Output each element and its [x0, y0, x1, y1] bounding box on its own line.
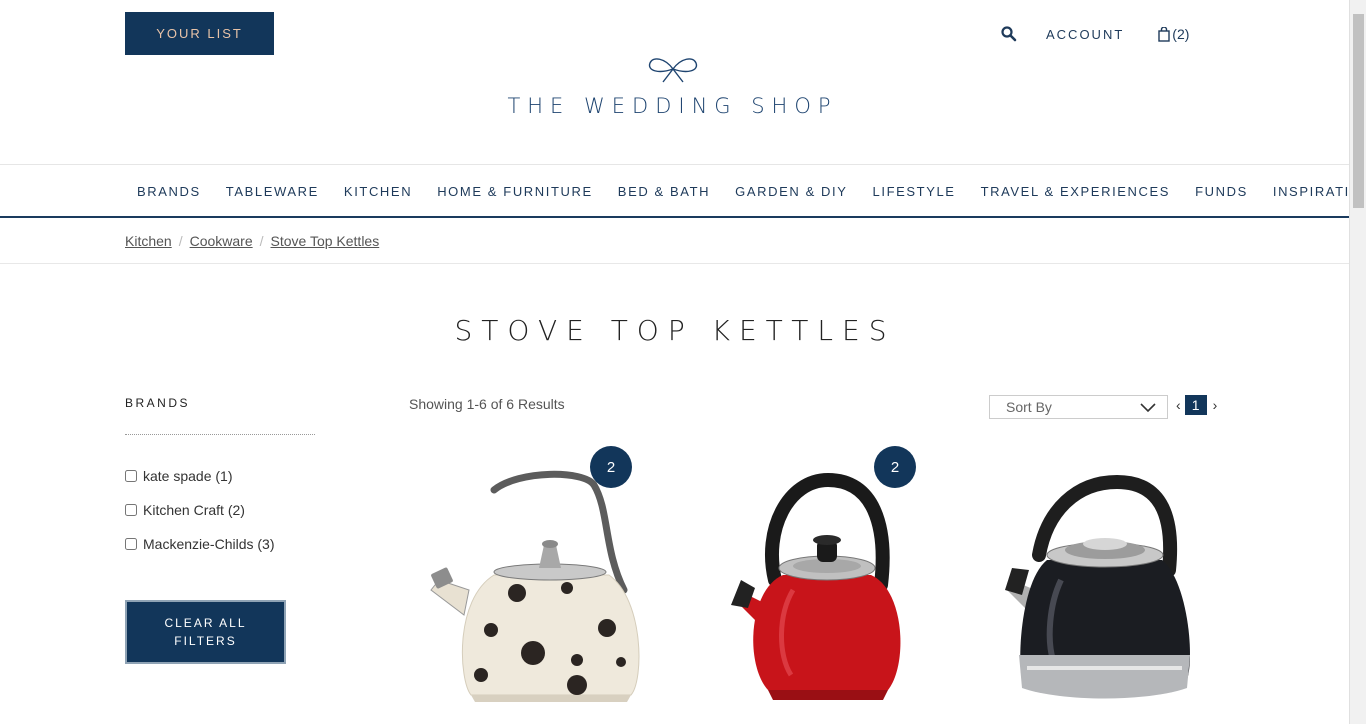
- results-count: Showing 1-6 of 6 Results: [409, 396, 565, 412]
- filter-heading-brands: BRANDS: [125, 396, 315, 435]
- nav-item-kitchen[interactable]: KITCHEN: [344, 184, 412, 199]
- page-title: STOVE TOP KETTLES: [454, 314, 896, 347]
- search-icon[interactable]: [1000, 25, 1018, 43]
- breadcrumb: Kitchen / Cookware / Stove Top Kettles: [0, 219, 1350, 264]
- product-card[interactable]: 2: [409, 440, 659, 724]
- nav-item-lifestyle[interactable]: LIFESTYLE: [873, 184, 956, 199]
- nav-item-travel-experiences[interactable]: TRAVEL & EXPERIENCES: [981, 184, 1171, 199]
- sort-by-select[interactable]: Sort By: [989, 395, 1168, 419]
- scrollbar-thumb[interactable]: [1353, 14, 1364, 208]
- page-scrollbar[interactable]: [1349, 0, 1366, 724]
- sort-by-label: Sort By: [1006, 399, 1052, 415]
- breadcrumb-separator: /: [178, 233, 183, 249]
- filter-checkbox[interactable]: [125, 470, 137, 482]
- chevron-down-icon: [1140, 403, 1156, 413]
- breadcrumb-separator: /: [259, 233, 264, 249]
- logo-text: THE WEDDING SHOP: [507, 94, 838, 118]
- nav-item-home-furniture[interactable]: HOME & FURNITURE: [437, 184, 593, 199]
- filter-label: kate spade (1): [143, 468, 233, 484]
- filter-sidebar: BRANDS kate spade (1) Kitchen Craft (2) …: [125, 396, 315, 664]
- filter-item-mackenzie-childs[interactable]: Mackenzie-Childs (3): [125, 527, 315, 561]
- nav-item-bed-bath[interactable]: BED & BATH: [618, 184, 710, 199]
- cart-count: (2): [1172, 26, 1190, 42]
- filter-item-kitchen-craft[interactable]: Kitchen Craft (2): [125, 493, 315, 527]
- filter-item-kate-spade[interactable]: kate spade (1): [125, 459, 315, 493]
- header-actions: ACCOUNT (2): [1000, 22, 1189, 46]
- breadcrumb-kitchen[interactable]: Kitchen: [125, 233, 172, 249]
- site-logo[interactable]: THE WEDDING SHOP: [500, 50, 845, 130]
- filter-checkbox[interactable]: [125, 504, 137, 516]
- next-page-arrow[interactable]: ›: [1213, 397, 1218, 413]
- filter-checkbox[interactable]: [125, 538, 137, 550]
- pagination: ‹ 1 ›: [1176, 395, 1217, 415]
- black-steel-kettle-image: [1005, 474, 1190, 699]
- account-link[interactable]: ACCOUNT: [1046, 27, 1124, 42]
- quantity-badge: 2: [590, 446, 632, 488]
- bow-logo-icon: [648, 58, 697, 83]
- current-page[interactable]: 1: [1184, 395, 1207, 415]
- breadcrumb-stove-top-kettles[interactable]: Stove Top Kettles: [271, 233, 380, 249]
- main-nav: BRANDS TABLEWARE KITCHEN HOME & FURNITUR…: [0, 164, 1366, 218]
- your-list-button[interactable]: YOUR LIST: [125, 12, 274, 55]
- product-card[interactable]: 2: [693, 440, 943, 724]
- breadcrumb-cookware[interactable]: Cookware: [190, 233, 253, 249]
- cart-button[interactable]: (2): [1158, 26, 1189, 42]
- quantity-badge: 2: [874, 446, 916, 488]
- brand-filter-list: kate spade (1) Kitchen Craft (2) Mackenz…: [125, 459, 315, 561]
- product-card[interactable]: [977, 440, 1227, 724]
- filter-label: Kitchen Craft (2): [143, 502, 245, 518]
- shopping-bag-icon: [1158, 26, 1170, 42]
- nav-item-funds[interactable]: FUNDS: [1195, 184, 1248, 199]
- filter-label: Mackenzie-Childs (3): [143, 536, 275, 552]
- nav-item-garden-diy[interactable]: GARDEN & DIY: [735, 184, 847, 199]
- nav-item-tableware[interactable]: TABLEWARE: [226, 184, 319, 199]
- nav-item-brands[interactable]: BRANDS: [137, 184, 201, 199]
- prev-page-arrow[interactable]: ‹: [1176, 397, 1181, 413]
- clear-all-filters-button[interactable]: CLEAR ALL FILTERS: [125, 600, 286, 664]
